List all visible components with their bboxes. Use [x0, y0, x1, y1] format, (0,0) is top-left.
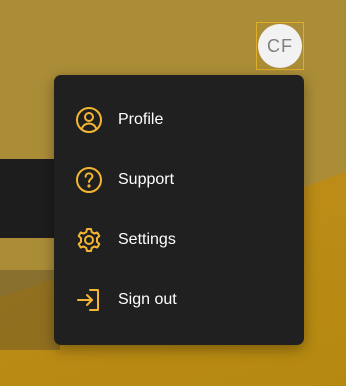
- sign-out-icon: [75, 286, 103, 314]
- gear-icon: [75, 226, 103, 254]
- user-circle-icon: [75, 106, 103, 134]
- menu-item-label: Profile: [118, 111, 164, 128]
- menu-item-profile[interactable]: Profile: [54, 90, 304, 150]
- avatar-button[interactable]: CF: [256, 22, 304, 70]
- background-panel: [0, 270, 60, 350]
- avatar: CF: [258, 24, 302, 68]
- user-menu: Profile Support Settings Sign out: [54, 75, 304, 345]
- menu-item-label: Sign out: [118, 291, 177, 308]
- menu-item-label: Settings: [118, 231, 176, 248]
- background-toolbar: [0, 159, 60, 238]
- question-circle-icon: [75, 166, 103, 194]
- menu-item-settings[interactable]: Settings: [54, 210, 304, 270]
- menu-item-label: Support: [118, 171, 175, 188]
- menu-item-sign-out[interactable]: Sign out: [54, 270, 304, 330]
- menu-item-support[interactable]: Support: [54, 150, 304, 210]
